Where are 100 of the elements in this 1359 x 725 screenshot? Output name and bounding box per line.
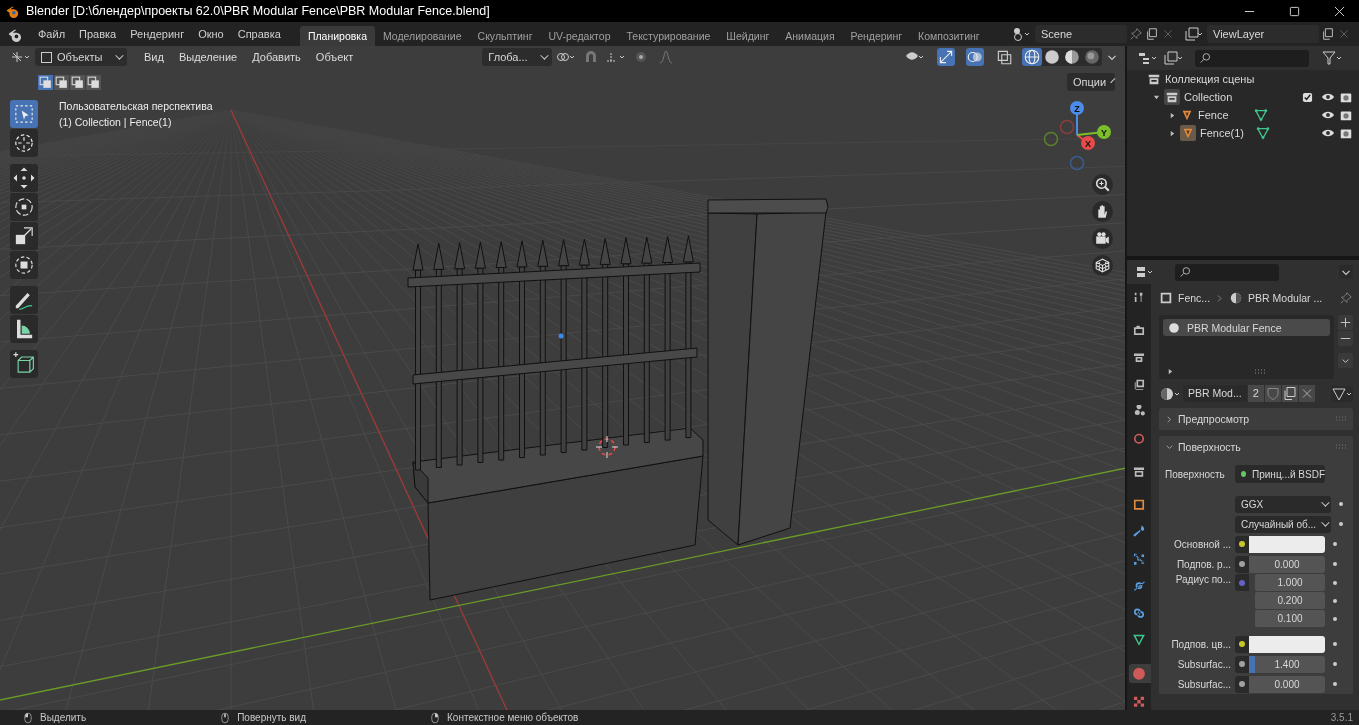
workspace-tab[interactable]: Скульптинг [469,26,541,46]
number-field[interactable]: 0.100 [1255,610,1325,627]
options-dropdown[interactable]: Опции [1067,73,1115,91]
axis-handle[interactable]: Z [1070,101,1084,136]
number-field[interactable]: 0.200 [1255,592,1325,609]
solid-shading-icon[interactable] [1042,48,1062,66]
add-cube-icon[interactable] [10,350,38,378]
material-name-field[interactable]: PBR Mod... [1183,385,1247,402]
expand-arrow-icon[interactable] [1169,129,1176,137]
copy-icon[interactable] [1281,385,1298,402]
user-count[interactable]: 2 [1247,385,1264,402]
3d-cursor-icon[interactable] [595,435,619,459]
expand-arrow-icon[interactable] [1169,111,1176,119]
color-swatch[interactable] [1249,535,1325,553]
image-stack-icon[interactable] [1183,26,1205,42]
pin-icon[interactable] [1339,291,1353,305]
tree-item[interactable]: Collection [1184,91,1233,103]
number-field[interactable]: 1.000 [1255,574,1325,591]
menu-item[interactable]: Файл [31,28,73,40]
color-swatch[interactable] [1249,635,1325,653]
workspace-tab[interactable]: Анимация [777,26,843,46]
socket-dot[interactable] [1239,641,1245,647]
scene-name-field[interactable]: Scene [1035,25,1127,43]
orientation-dropdown[interactable]: Глоба... [482,48,553,66]
axis-handle[interactable] [1059,119,1075,135]
tree-item[interactable]: Коллекция сцены [1165,73,1255,85]
search-field[interactable] [1195,49,1309,67]
tree-item[interactable]: Fence(1) [1200,127,1252,139]
axis-handle[interactable] [1043,131,1059,147]
editor-type-icon[interactable] [10,49,32,65]
maximize-icon[interactable] [1289,5,1300,17]
close-icon[interactable] [1334,5,1345,17]
xray-toggle-icon[interactable] [995,48,1013,66]
overlay-toggle-icon[interactable] [966,48,984,66]
workspace-tab[interactable]: Моделирование [375,26,470,46]
copy-icon[interactable] [1145,27,1159,41]
chevron-icon[interactable] [1165,414,1174,424]
mode-dropdown[interactable]: Объекты [35,48,127,66]
search-field[interactable] [1175,263,1279,281]
chevron-icon[interactable] [1165,442,1174,452]
display-mode-icon[interactable] [1137,50,1159,66]
select-box-icon[interactable] [10,100,38,128]
scale-icon[interactable] [10,222,38,250]
image-stack-icon[interactable] [1163,50,1185,66]
workspace-tab[interactable]: Композитинг [910,26,988,46]
plus-icon[interactable] [1338,315,1353,330]
socket-dot[interactable] [1239,561,1245,567]
menu-item[interactable]: Справка [230,28,288,40]
gizmo-toggle-icon[interactable] [937,48,955,66]
wireframe-shading-icon[interactable] [1022,48,1042,66]
minus-icon[interactable] [1338,331,1353,346]
shield-icon[interactable] [1264,385,1281,402]
shader-link-field[interactable]: Принц...й BSDF [1235,465,1325,483]
menu-item[interactable]: Объект [309,51,360,63]
menu-item[interactable]: Окно [191,28,231,40]
drag-grip-icon[interactable] [1335,416,1347,422]
expand-arrow-icon[interactable] [1167,368,1174,375]
view-layer-field[interactable]: ViewLayer [1207,25,1319,43]
sphere-icon[interactable] [1159,385,1181,402]
cursor-target-icon[interactable] [10,129,38,157]
checkbox[interactable] [1302,91,1313,103]
triangle-mesh-icon[interactable] [1331,385,1353,402]
transform-icon[interactable] [10,251,38,279]
menu-item[interactable]: Выделение [172,51,244,63]
rendered-shading-icon[interactable] [1082,48,1102,66]
resize-grip-icon[interactable] [1254,368,1266,375]
tree-item[interactable]: Fence [1198,109,1250,121]
caret-icon[interactable] [1338,353,1353,368]
socket-dot[interactable] [1239,541,1245,547]
move-arrows-icon[interactable] [10,164,38,192]
socket-dot[interactable] [1239,681,1245,687]
panel-header[interactable]: Поверхность [1159,436,1353,458]
drag-grip-icon[interactable] [1335,444,1347,450]
menu-item[interactable]: Правка [72,28,124,40]
menu-item[interactable]: Вид [138,51,170,63]
workspace-tab[interactable]: Рендеринг [842,26,911,46]
pin-icon[interactable] [1129,27,1143,41]
workspace-tab[interactable]: UV-редактор [540,26,619,46]
axis-handle[interactable]: Y [1076,125,1111,139]
number-field[interactable]: 0.000 [1249,555,1325,573]
rotate-icon[interactable] [10,193,38,221]
axis-handle[interactable] [1069,155,1085,171]
pencil-icon[interactable] [10,286,38,314]
number-field[interactable]: 1.400 [1249,655,1325,673]
material-slot[interactable]: PBR Modular Fence [1163,319,1330,336]
menu-item[interactable]: Добавить [246,51,307,63]
socket-dot[interactable] [1239,579,1245,586]
menu-item[interactable]: Рендеринг [123,28,192,40]
dropdown[interactable]: Случайный об... [1235,515,1331,533]
copy-icon[interactable] [1321,27,1335,41]
workspace-tab[interactable]: Текстурирование [618,26,719,46]
number-field[interactable]: 0.000 [1249,675,1325,693]
panel-header[interactable]: Предпросмотр [1159,408,1353,430]
expand-arrow-icon[interactable] [1153,93,1160,101]
material-shading-icon[interactable] [1062,48,1082,66]
workspace-tab[interactable]: Шейдинг [718,26,778,46]
socket-dot[interactable] [1239,661,1245,667]
filter-icon[interactable] [1321,50,1343,66]
dropdown[interactable]: GGX [1235,495,1331,513]
caret-icon[interactable] [1339,265,1353,279]
